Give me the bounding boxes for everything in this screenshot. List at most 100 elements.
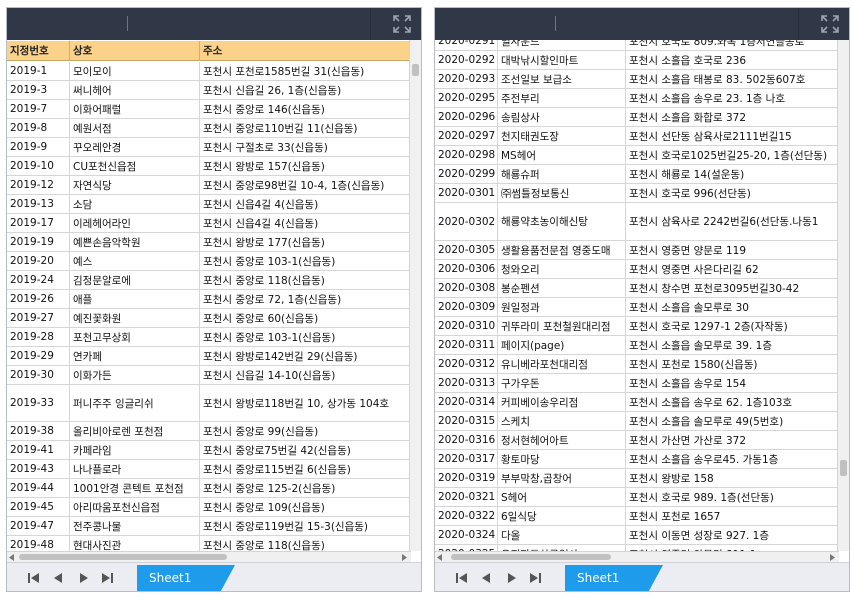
table-row[interactable]: 2019-10 CU포천신읍점 포천시 왕방로 157(신읍동) (7, 157, 410, 176)
cell-name[interactable]: 연카페 (70, 347, 200, 365)
horizontal-scrollbar-thumb[interactable] (19, 554, 227, 560)
table-row[interactable]: 2020-0319 부부막창,곱창어 포천시 왕방로 158 (435, 469, 838, 488)
table-row[interactable]: 2020-0311 페이지(page) 포천시 소흘읍 솔모루로 39. 1층 (435, 336, 838, 355)
cell-address[interactable]: 포천시 영중면 양문로 119 (626, 241, 838, 259)
cell-name[interactable]: 황토마당 (498, 450, 626, 468)
table-row[interactable]: 2019-29 연카페 포천시 왕방로142번길 29(신읍동) (7, 347, 410, 366)
cell-id[interactable]: 2019-13 (7, 195, 70, 213)
cell-address[interactable]: 포천시 중앙로98번길 10-4, 1층(신읍동) (200, 176, 410, 194)
cell-address[interactable]: 포천시 중앙로 72, 1층(신읍동) (200, 290, 410, 308)
cell-name[interactable]: 예원서점 (70, 119, 200, 137)
cell-id[interactable]: 2019-29 (7, 347, 70, 365)
cell-name[interactable]: 올리비아로렌 포천점 (70, 422, 200, 440)
table-row[interactable]: 2019-47 전주콩나물 포천시 중앙로119번길 15-3(신읍동) (7, 517, 410, 536)
cell-address[interactable]: 포천시 영중면 사은다리길 62 (626, 260, 838, 278)
cell-id[interactable]: 2019-12 (7, 176, 70, 194)
cell-id[interactable]: 2019-1 (7, 62, 70, 80)
cell-id[interactable]: 2019-10 (7, 157, 70, 175)
table-row[interactable]: 2020-0299 해룡슈퍼 포천시 해룡로 14(설운동) (435, 165, 838, 184)
cell-id[interactable]: 2019-9 (7, 138, 70, 156)
table-row[interactable]: 2020-0313 구가우돈 포천시 소흘읍 송우로 154 (435, 374, 838, 393)
cell-address[interactable]: 포천시 중앙로110번길 11(신읍동) (200, 119, 410, 137)
cell-name[interactable]: 청와오리 (498, 260, 626, 278)
cell-address[interactable]: 포천시 중앙로115번길 6(신읍동) (200, 460, 410, 478)
cell-id[interactable]: 2019-27 (7, 309, 70, 327)
cell-name[interactable]: ㈜썸틀정보통신 (498, 184, 626, 202)
cell-address[interactable]: 포천시 선단동 삼육사로2111번길15 (626, 127, 838, 145)
cell-address[interactable]: 포천시 해룡로 14(설운동) (626, 165, 838, 183)
cell-address[interactable]: 포천시 신읍4길 4(신읍동) (200, 214, 410, 232)
cell-name[interactable]: 이화가든 (70, 366, 200, 384)
last-sheet-icon[interactable] (526, 570, 544, 586)
cell-id[interactable]: 2019-17 (7, 214, 70, 232)
cell-id[interactable]: 2019-48 (7, 536, 70, 551)
table-row[interactable]: 2019-44 1001안경 콘텍트 포천점 포천시 중앙로 125-2(신읍동) (7, 479, 410, 498)
first-sheet-icon[interactable] (453, 570, 471, 586)
cell-name[interactable]: 원일정과 (498, 298, 626, 316)
scrollbar-thumb[interactable] (412, 64, 419, 76)
cell-address[interactable]: 포천시 중앙로 109(신읍동) (200, 498, 410, 516)
cell-address[interactable]: 포천시 왕방로118번길 10, 상가동 104호 (200, 385, 410, 421)
sheet-grid-area[interactable]: 2020-0291 열사운드 포천시 호국로 809.와옥 1층서연블동로 2020-… (435, 40, 849, 551)
cell-id[interactable]: 2019-38 (7, 422, 70, 440)
cell-address[interactable]: 포천시 왕방로 157(신읍동) (200, 157, 410, 175)
table-row[interactable]: 2019-43 나나플로라 포천시 중앙로115번길 6(신읍동) (7, 460, 410, 479)
cell-name[interactable]: 생활용품전문점 영중도매 (498, 241, 626, 259)
scroll-left-icon[interactable] (9, 554, 15, 561)
table-row[interactable]: 2020-0302 해룡약초농이해신탕 포천시 삼육사로 2242번길6(선단동.나… (435, 203, 838, 241)
cell-address[interactable]: 포천시 호국로 1297-1 2층(자작동) (626, 317, 838, 335)
cell-id[interactable]: 2019-28 (7, 328, 70, 346)
scroll-left-icon[interactable] (437, 554, 443, 561)
cell-id[interactable]: 2019-43 (7, 460, 70, 478)
expand-icon[interactable] (819, 13, 841, 35)
cell-id[interactable]: 2020-0292 (435, 51, 498, 69)
sheet-tab-sheet1[interactable]: Sheet1 (565, 565, 663, 591)
cell-id[interactable]: 2019-30 (7, 366, 70, 384)
table-row[interactable]: 2019-12 자연식당 포천시 중앙로98번길 10-4, 1층(신읍동) (7, 176, 410, 195)
cell-id[interactable]: 2020-0319 (435, 469, 498, 487)
table-row[interactable]: 2020-0298 MS헤어 포천시 호국로1025번길25-20, 1층(선단동) (435, 146, 838, 165)
cell-address[interactable]: 포천시 포천로1585번길 31(신읍동) (200, 62, 410, 80)
table-row[interactable]: 2020-0293 조선일보 보급소 포천시 소흘읍 태봉로 83. 502동607… (435, 70, 838, 89)
cell-name[interactable]: 김정문알로에 (70, 271, 200, 289)
cell-address[interactable]: 포천시 구절초로 33(신읍동) (200, 138, 410, 156)
vertical-scrollbar[interactable] (409, 40, 421, 551)
cell-name[interactable]: 조선일보 보급소 (498, 70, 626, 88)
cell-id[interactable]: 2020-0311 (435, 336, 498, 354)
cell-name[interactable]: 카페라임 (70, 441, 200, 459)
cell-name[interactable]: 예스 (70, 252, 200, 270)
cell-name[interactable]: 이레헤어라인 (70, 214, 200, 232)
cell-name[interactable]: 천지태권도장 (498, 127, 626, 145)
cell-address[interactable]: 포천시 호국로 989. 1층(선단동) (626, 488, 838, 506)
cell-address[interactable]: 포천시 소흘읍 송우로 23. 1층 나호 (626, 89, 838, 107)
cell-id[interactable]: 2019-20 (7, 252, 70, 270)
table-row[interactable]: 2019-8 예원서점 포천시 중앙로110번길 11(신읍동) (7, 119, 410, 138)
cell-name[interactable]: 스케치 (498, 412, 626, 430)
cell-address[interactable]: 포천시 소흘읍 송우로 62. 1층103호 (626, 393, 838, 411)
cell-address[interactable]: 포천시 중앙로 60(신읍동) (200, 309, 410, 327)
cell-name[interactable]: 전주콩나물 (70, 517, 200, 535)
cell-id[interactable]: 2020-0316 (435, 431, 498, 449)
cell-address[interactable]: 포천시 소흘읍 화합로 372 (626, 108, 838, 126)
cell-address[interactable]: 포천시 중앙로75번길 42(신읍동) (200, 441, 410, 459)
cell-name[interactable]: 모이모이 (70, 62, 200, 80)
cell-id[interactable]: 2020-0314 (435, 393, 498, 411)
prev-sheet-icon[interactable] (50, 570, 68, 586)
prev-sheet-icon[interactable] (478, 570, 496, 586)
cell-name[interactable]: 열사운드 (498, 40, 626, 50)
table-row[interactable]: 2019-27 예진꽃화원 포천시 중앙로 60(신읍동) (7, 309, 410, 328)
cell-id[interactable]: 2020-0306 (435, 260, 498, 278)
cell-id[interactable]: 2019-24 (7, 271, 70, 289)
table-row[interactable]: 2019-13 소담 포천시 신읍4길 4(신읍동) (7, 195, 410, 214)
cell-name[interactable]: 써니헤어 (70, 81, 200, 99)
cell-id[interactable]: 2020-0322 (435, 507, 498, 525)
table-row[interactable]: 2020-0309 원일정과 포천시 소흘읍 솔모루로 30 (435, 298, 838, 317)
cell-address[interactable]: 포천시 중앙로 103-1(신읍동) (200, 252, 410, 270)
cell-name[interactable]: S헤어 (498, 488, 626, 506)
cell-id[interactable]: 2020-0291 (435, 40, 498, 50)
cell-name[interactable]: 대박낚시할인마트 (498, 51, 626, 69)
cell-address[interactable]: 포천시 신읍길 26, 1층(신읍동) (200, 81, 410, 99)
cell-name[interactable]: 구가우돈 (498, 374, 626, 392)
cell-address[interactable]: 포천시 중앙로 99(신읍동) (200, 422, 410, 440)
sheet-tab-sheet1[interactable]: Sheet1 (137, 565, 235, 591)
